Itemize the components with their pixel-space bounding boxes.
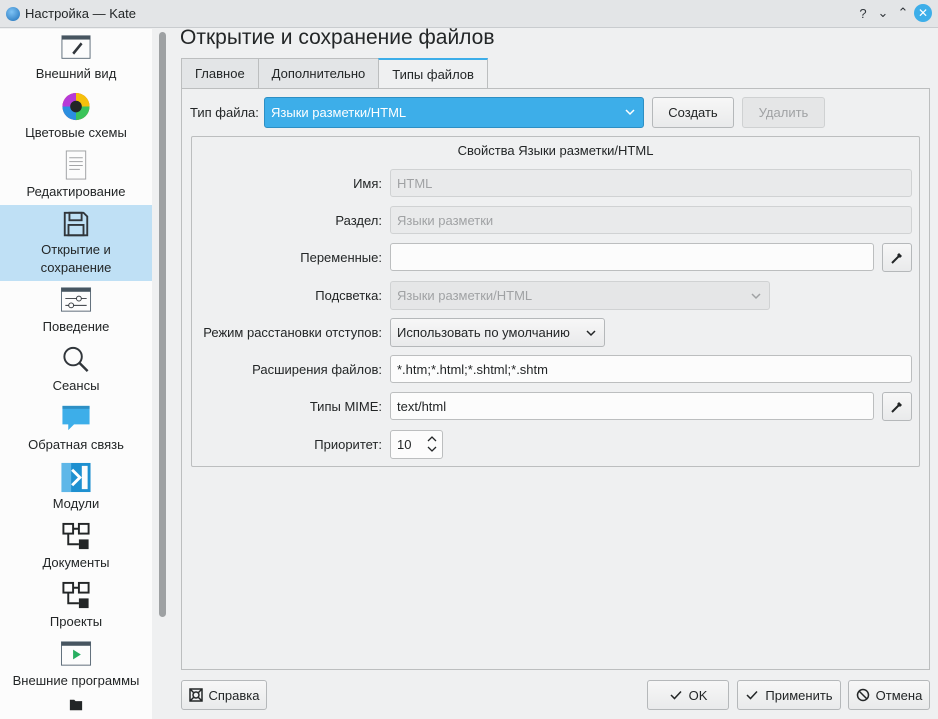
help-button-label: Справка	[208, 687, 260, 703]
page-title: Открытие и сохранение файлов	[180, 26, 495, 49]
minimize-icon[interactable]: ⌄	[874, 4, 892, 22]
checkmark-icon	[746, 690, 758, 700]
filetype-select-value: Языки разметки/HTML	[271, 105, 407, 120]
maximize-icon[interactable]: ⌃	[894, 4, 912, 22]
sidebar-item-projects[interactable]: Проекты	[0, 576, 152, 635]
tab-bar: Главное Дополнительно Типы файлов	[181, 58, 488, 89]
help-icon[interactable]: ?	[854, 4, 872, 22]
highlight-select-value: Языки разметки/HTML	[397, 288, 533, 303]
magic-wand-icon	[891, 401, 902, 413]
name-label: Имя:	[353, 176, 382, 191]
indent-mode-select[interactable]: Использовать по умолчанию	[390, 318, 605, 347]
sidebar-item-label: Внешний вид	[35, 66, 117, 81]
section-label: Раздел:	[335, 213, 382, 228]
paintbrush-icon	[61, 35, 91, 59]
chevron-down-icon	[586, 330, 596, 337]
filetype-label: Тип файла:	[190, 105, 259, 120]
sidebar-item-partial[interactable]	[0, 694, 152, 714]
window-controls: ? ⌄ ⌃ ✕	[854, 4, 932, 22]
highlight-label: Подсветка:	[315, 288, 382, 303]
sidebar-item-label: Редактирование	[26, 184, 126, 199]
sidebar-item-label: Открытие и сохранение	[40, 242, 112, 275]
speech-bubble-icon	[62, 405, 90, 431]
ok-button[interactable]: OK	[647, 680, 729, 710]
mime-edit-button[interactable]	[882, 392, 912, 421]
sidebar-item-label: Проекты	[49, 614, 103, 629]
apply-button-label: Применить	[765, 687, 833, 703]
mime-label: Типы MIME:	[309, 399, 382, 414]
cancel-button[interactable]: Отмена	[848, 680, 930, 710]
sidebar-item-behavior[interactable]: Поведение	[0, 281, 152, 340]
tab-general[interactable]: Главное	[181, 58, 259, 88]
sidebar-item-feedback[interactable]: Обратная связь	[0, 399, 152, 458]
sidebar-item-external-tools[interactable]: Внешние программы	[0, 635, 152, 694]
apply-button[interactable]: Применить	[737, 680, 841, 710]
section-field[interactable]: Языки разметки	[390, 206, 912, 234]
folder-icon	[69, 699, 83, 711]
priority-spinbox[interactable]: 10	[390, 430, 443, 459]
hierarchy-icon	[62, 522, 90, 550]
chevron-down-icon	[625, 109, 635, 116]
priority-value: 10	[397, 437, 412, 452]
sidebar-item-label: Внешние программы	[12, 673, 140, 688]
window-titlebar: Настройка — Kate ? ⌄ ⌃ ✕	[0, 0, 938, 28]
extensions-field[interactable]: *.htm;*.html;*.shtml;*.shtm	[390, 355, 912, 383]
extensions-label: Расширения файлов:	[252, 362, 382, 377]
sidebar-item-label: Цветовые схемы	[25, 125, 127, 140]
cancel-icon	[856, 688, 869, 702]
sidebar-item-appearance[interactable]: Внешний вид	[0, 29, 152, 87]
cancel-button-label: Отмена	[875, 687, 923, 703]
play-window-icon	[60, 641, 92, 666]
chevron-down-icon[interactable]	[426, 444, 438, 455]
ok-button-label: OK	[688, 687, 708, 703]
checkmark-icon	[670, 690, 682, 700]
tab-advanced[interactable]: Дополнительно	[257, 58, 380, 88]
search-icon	[63, 346, 89, 372]
help-button[interactable]: Справка	[181, 680, 267, 710]
sidebar-item-color-schemes[interactable]: Цветовые схемы	[0, 87, 152, 146]
hierarchy-icon	[62, 581, 90, 609]
sidebar-item-label: Модули	[52, 496, 100, 511]
sidebar-scrollbar-thumb[interactable]	[159, 32, 166, 617]
sidebar-item-plugins[interactable]: Модули	[0, 458, 152, 517]
tab-file-types[interactable]: Типы файлов	[378, 58, 488, 89]
indent-mode-label: Режим расстановки отступов:	[203, 325, 382, 340]
sidebar-item-documents[interactable]: Документы	[0, 517, 152, 576]
lifebuoy-icon	[188, 688, 203, 702]
sidebar-item-label: Обратная связь	[28, 437, 124, 452]
sidebar-item-label: Документы	[42, 555, 110, 570]
settings-sidebar: Внешний вид Цветовые схемы Редактировани…	[0, 29, 152, 719]
properties-group-title: Свойства Языки разметки/HTML	[457, 143, 654, 158]
sidebar-item-sessions[interactable]: Сеансы	[0, 340, 152, 399]
chevron-up-icon[interactable]	[426, 433, 438, 444]
create-button[interactable]: Создать	[652, 97, 734, 128]
plugin-icon	[61, 462, 91, 493]
indent-mode-select-value: Использовать по умолчанию	[397, 325, 570, 340]
name-field[interactable]: HTML	[390, 169, 912, 197]
delete-button[interactable]: Удалить	[742, 97, 825, 128]
mime-field[interactable]: text/html	[390, 392, 874, 420]
variables-label: Переменные:	[300, 250, 382, 265]
variables-field[interactable]	[390, 243, 874, 271]
kate-app-icon	[6, 6, 20, 21]
filetype-select[interactable]: Языки разметки/HTML	[264, 97, 644, 128]
color-wheel-icon	[62, 92, 90, 121]
document-edit-icon	[65, 150, 87, 180]
sidebar-item-label: Поведение	[42, 319, 110, 334]
priority-label: Приоритет:	[314, 437, 382, 452]
sidebar-item-open-save[interactable]: Открытие и сохранение	[0, 205, 152, 281]
sidebar-item-editing[interactable]: Редактирование	[0, 146, 152, 205]
chevron-down-icon	[751, 293, 761, 300]
highlight-select[interactable]: Языки разметки/HTML	[390, 281, 770, 310]
floppy-disk-icon	[63, 211, 89, 237]
close-icon[interactable]: ✕	[914, 4, 932, 22]
variables-edit-button[interactable]	[882, 243, 912, 272]
magic-wand-icon	[891, 252, 902, 264]
settings-sliders-icon	[60, 287, 92, 312]
sidebar-item-label: Сеансы	[52, 378, 100, 393]
window-title: Настройка — Kate	[25, 6, 136, 21]
priority-stepper[interactable]	[426, 433, 438, 455]
